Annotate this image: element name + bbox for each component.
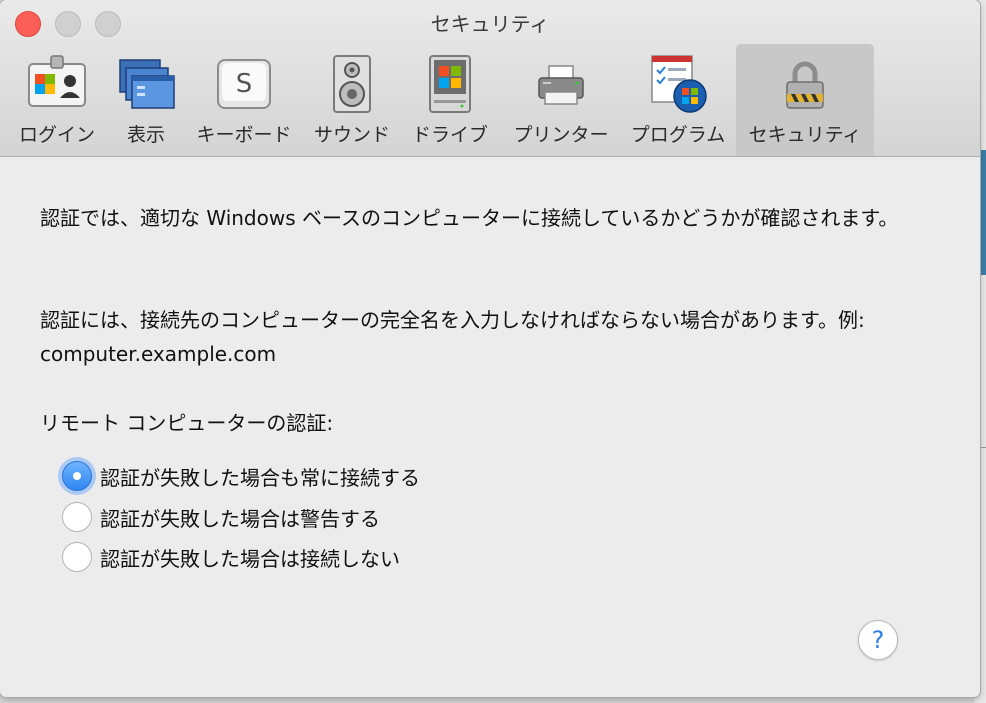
radio-warn[interactable]: 認証が失敗した場合は警告する bbox=[62, 501, 380, 533]
remote-auth-label: リモート コンピューターの認証: bbox=[40, 411, 334, 435]
preferences-window: セキュリティ ログイン 表示 S キーボード サウンド ドライブ プリンター プ… bbox=[0, 0, 980, 697]
tab-login[interactable]: ログイン bbox=[10, 44, 104, 156]
keyboard-key-icon: S bbox=[212, 52, 276, 116]
radio-label: 認証が失敗した場合も常に接続する bbox=[100, 465, 420, 490]
padlock-icon bbox=[773, 52, 837, 116]
tab-programs[interactable]: プログラム bbox=[624, 44, 732, 156]
radio-label: 認証が失敗した場合は接続しない bbox=[100, 546, 400, 571]
help-question-icon: ? bbox=[871, 626, 885, 654]
printer-icon bbox=[529, 52, 593, 116]
radio-button[interactable] bbox=[62, 502, 92, 532]
tab-label: サウンド bbox=[313, 124, 390, 146]
tab-drive[interactable]: ドライブ bbox=[404, 44, 496, 156]
titlebar-toolbar: セキュリティ ログイン 表示 S キーボード サウンド ドライブ プリンター プ… bbox=[0, 0, 980, 157]
programs-icon bbox=[646, 52, 710, 116]
radio-label: 認証が失敗した場合は警告する bbox=[100, 506, 380, 531]
tab-label: プリンター bbox=[513, 124, 609, 146]
speaker-icon bbox=[320, 52, 384, 116]
radio-always-connect[interactable]: 認証が失敗した場合も常に接続する bbox=[62, 460, 420, 492]
radio-button[interactable] bbox=[62, 461, 92, 491]
tab-label: 表示 bbox=[126, 124, 165, 146]
tab-label: キーボード bbox=[196, 124, 292, 146]
login-id-card-icon bbox=[25, 52, 89, 116]
tab-label: セキュリティ bbox=[748, 124, 862, 146]
tab-sound[interactable]: サウンド bbox=[306, 44, 398, 156]
tab-security[interactable]: セキュリティ bbox=[736, 44, 874, 156]
help-button[interactable]: ? bbox=[858, 620, 898, 660]
tab-label: ログイン bbox=[18, 124, 95, 146]
display-windows-icon bbox=[114, 52, 178, 116]
svg-text:S: S bbox=[236, 69, 253, 99]
tab-label: ドライブ bbox=[411, 124, 488, 146]
drive-icon bbox=[418, 52, 482, 116]
window-title: セキュリティ bbox=[430, 12, 550, 36]
tab-display[interactable]: 表示 bbox=[108, 44, 184, 156]
radio-button[interactable] bbox=[62, 542, 92, 572]
authentication-description: 認証では、適切な Windows ベースのコンピューターに接続しているかどうかが… bbox=[40, 206, 899, 230]
security-pane: 認証では、適切な Windows ベースのコンピューターに接続しているかどうかが… bbox=[0, 157, 980, 697]
tab-keyboard[interactable]: S キーボード bbox=[190, 44, 298, 156]
radio-do-not-connect[interactable]: 認証が失敗した場合は接続しない bbox=[62, 541, 400, 573]
tab-printer[interactable]: プリンター bbox=[506, 44, 616, 156]
tab-label: プログラム bbox=[630, 124, 726, 146]
authentication-note: 認証には、接続先のコンピューターの完全名を入力しなければならない場合があります。… bbox=[40, 308, 865, 366]
